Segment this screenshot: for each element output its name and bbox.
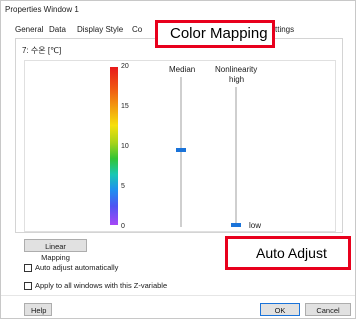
- auto-adjust-checkbox[interactable]: [24, 264, 32, 272]
- auto-adjust-callout[interactable]: Auto Adjust: [225, 236, 351, 270]
- colorbar-tick-10: 10: [121, 143, 129, 150]
- colorbar-tick-20: 20: [121, 63, 129, 70]
- window-title: Properties Window 1: [5, 5, 79, 14]
- nonlinearity-slider-thumb[interactable]: [231, 223, 241, 227]
- colorbar-tick-5: 5: [121, 183, 125, 190]
- nonlinearity-low-label: low: [249, 221, 262, 230]
- tab-settings[interactable]: ttings: [275, 23, 294, 37]
- median-label: Median: [169, 65, 196, 74]
- tab-general[interactable]: General: [15, 23, 43, 37]
- colorbar-tick-15: 15: [121, 103, 129, 110]
- properties-window: Properties Window 1 General Data Display…: [0, 0, 356, 319]
- apply-all-label: Apply to all windows with this Z-variabl…: [35, 281, 168, 290]
- median-slider-thumb[interactable]: [176, 147, 186, 152]
- color-mapping-callout[interactable]: Color Mapping: [155, 20, 275, 48]
- mapping-area: 20 15 10 5 0 Median Nonlinearity high lo…: [24, 60, 336, 232]
- colorbar-tick-0: 0: [121, 223, 125, 230]
- tab-data[interactable]: Data: [49, 23, 66, 37]
- tab-color-mapping[interactable]: Co: [132, 23, 142, 37]
- cancel-button[interactable]: Cancel: [305, 303, 351, 316]
- nonlinearity-high-label: high: [229, 75, 245, 84]
- linear-mapping-button[interactable]: Linear Mapping: [24, 239, 87, 262]
- apply-all-checkbox[interactable]: [24, 282, 32, 290]
- nonlinearity-slider-track[interactable]: [235, 87, 237, 227]
- ok-button[interactable]: OK: [260, 303, 300, 316]
- auto-adjust-label: Auto adjust automatically: [35, 263, 119, 272]
- footer-divider: [1, 295, 355, 296]
- color-scale-bar: [110, 67, 118, 225]
- nonlinearity-label: Nonlinearity: [215, 65, 258, 74]
- help-button[interactable]: Help: [24, 303, 52, 316]
- tab-display-style[interactable]: Display Style: [77, 23, 123, 37]
- color-mapping-panel: 7: 수온 [℃] 20 15 10 5 0 Median Nonlineari…: [15, 38, 343, 233]
- median-slider-track[interactable]: [180, 77, 182, 227]
- variable-label: 7: 수온 [℃]: [22, 46, 62, 55]
